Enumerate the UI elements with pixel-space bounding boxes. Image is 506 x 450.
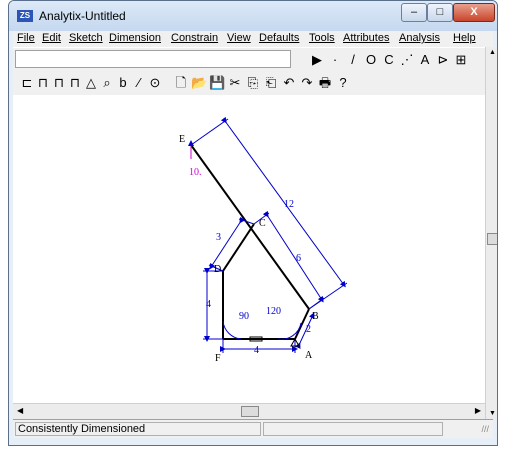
dim-label-3[interactable]: 3	[216, 232, 221, 243]
select-arrow-icon[interactable]: ▶	[309, 52, 325, 68]
dimension-angle-icon[interactable]: △	[83, 75, 99, 91]
menu-dimension[interactable]: Dimension	[109, 32, 161, 44]
save-icon[interactable]: 💾	[209, 75, 225, 91]
dimension-linear-icon[interactable]: ⊓	[67, 75, 83, 91]
grid-tool-icon[interactable]: ⊞	[453, 52, 469, 68]
dimension-b-icon[interactable]: b	[115, 75, 131, 91]
angle-90-arc[interactable]	[222, 320, 242, 340]
menu-sketch[interactable]: Sketch	[69, 32, 103, 44]
point-label-C: C	[259, 218, 266, 229]
sketch-svg: E C D B A F 12 6 3 4 90 120 2 4 10.	[179, 116, 348, 364]
menu-analysis[interactable]: Analysis	[399, 32, 440, 44]
menu-constrain[interactable]: Constrain	[171, 32, 218, 44]
line-C-D[interactable]	[222, 223, 255, 272]
point-label-A: A	[305, 350, 313, 361]
play-tool-icon[interactable]: ⊳	[435, 52, 451, 68]
dim-label-90[interactable]: 90	[239, 311, 249, 322]
toolbar-standard: ⊏ ⊓ ⊓ ⊓ △ ⌕ b ⁄ ⊙ 🗋 📂 💾 ✂ ⎘ ⎗ ↶ ↷ 🖶 ?	[13, 71, 487, 96]
undo-icon[interactable]: ↶	[281, 75, 297, 91]
point-label-E: E	[179, 134, 185, 145]
toolbar-drawing: ▶ · / O C ⋰ A ⊳ ⊞	[13, 47, 487, 73]
dim-label-4-vertical[interactable]: 4	[206, 299, 211, 310]
close-button[interactable]: X	[453, 3, 495, 22]
menu-edit[interactable]: Edit	[42, 32, 61, 44]
point-tool-icon[interactable]: ·	[327, 52, 343, 68]
text-tool-icon[interactable]: A	[417, 52, 433, 68]
point-label-D: D	[214, 264, 221, 275]
horizontal-scrollbar[interactable]: ◀ ▶	[13, 403, 485, 420]
minimize-button[interactable]: –	[401, 3, 427, 22]
menu-view[interactable]: View	[227, 32, 251, 44]
line-tool-icon[interactable]: /	[345, 52, 361, 68]
status-bar: Consistently Dimensioned ///	[13, 419, 493, 438]
circle-tool-icon[interactable]: O	[363, 52, 379, 68]
menu-tools[interactable]: Tools	[309, 32, 335, 44]
paste-icon[interactable]: ⎗	[263, 75, 279, 91]
cut-icon[interactable]: ✂	[227, 75, 243, 91]
dim-label-6[interactable]: 6	[296, 253, 301, 264]
print-icon[interactable]: 🖶	[317, 75, 333, 91]
horizontal-scroll-thumb[interactable]	[241, 406, 259, 417]
dimension-horizontal-icon[interactable]: ⊏	[19, 75, 35, 91]
copy-icon[interactable]: ⎘	[245, 75, 261, 91]
dim-label-4-horizontal[interactable]: 4	[254, 345, 259, 356]
scroll-up-icon[interactable]: ▲	[489, 49, 496, 56]
maximize-button[interactable]: □	[427, 3, 453, 22]
dimension-circle-icon[interactable]: ⊙	[147, 75, 163, 91]
menu-file[interactable]: File	[17, 32, 35, 44]
scroll-left-icon[interactable]: ◀	[17, 406, 23, 415]
resize-grip-icon[interactable]: ///	[481, 424, 489, 434]
menu-bar: File Edit Sketch Dimension Constrain Vie…	[13, 31, 493, 47]
vertical-scrollbar[interactable]: ▲ ▼	[485, 47, 497, 419]
dim-label-12[interactable]: 12	[284, 199, 294, 210]
redo-icon[interactable]: ↷	[299, 75, 315, 91]
menu-help[interactable]: Help	[453, 32, 476, 44]
scroll-down-icon[interactable]: ▼	[489, 410, 496, 417]
menu-defaults[interactable]: Defaults	[259, 32, 299, 44]
dim-label-120[interactable]: 120	[266, 306, 281, 317]
dimension-aligned-icon[interactable]: ⊓	[51, 75, 67, 91]
scroll-right-icon[interactable]: ▶	[475, 406, 481, 415]
dim-label-2[interactable]: 2	[306, 324, 311, 335]
arc-tool-icon[interactable]: C	[381, 52, 397, 68]
command-combo[interactable]	[15, 50, 291, 68]
construction-line-icon[interactable]: ⋰	[399, 52, 415, 68]
drawing-canvas[interactable]: E C D B A F 12 6 3 4 90 120 2 4 10.	[13, 95, 485, 403]
window-title: Analytix-Untitled	[39, 9, 126, 23]
point-label-B: B	[312, 311, 319, 322]
help-pointer-icon[interactable]: ?	[335, 75, 351, 91]
status-pane-secondary	[263, 422, 443, 436]
point-label-F: F	[215, 353, 221, 364]
menu-attributes[interactable]: Attributes	[343, 32, 389, 44]
dimension-slope-icon[interactable]: ⁄	[131, 75, 147, 91]
vertical-scroll-thumb[interactable]	[487, 233, 497, 245]
angle-120-arc[interactable]	[277, 322, 302, 340]
dimension-radius-icon[interactable]: ⌕	[99, 75, 115, 91]
app-icon: ZS	[17, 10, 33, 22]
dimension-vertical-icon[interactable]: ⊓	[35, 75, 51, 91]
new-file-icon[interactable]: 🗋	[173, 75, 189, 91]
title-bar[interactable]: ZS Analytix-Untitled – □ X	[9, 1, 497, 31]
line-E-B[interactable]	[190, 144, 310, 310]
status-message: Consistently Dimensioned	[15, 422, 261, 436]
open-folder-icon[interactable]: 📂	[191, 75, 207, 91]
dimension-3-line[interactable]	[209, 216, 246, 270]
app-window: ZS Analytix-Untitled – □ X File Edit Ske…	[8, 0, 498, 446]
dim-label-10[interactable]: 10.	[189, 167, 202, 178]
